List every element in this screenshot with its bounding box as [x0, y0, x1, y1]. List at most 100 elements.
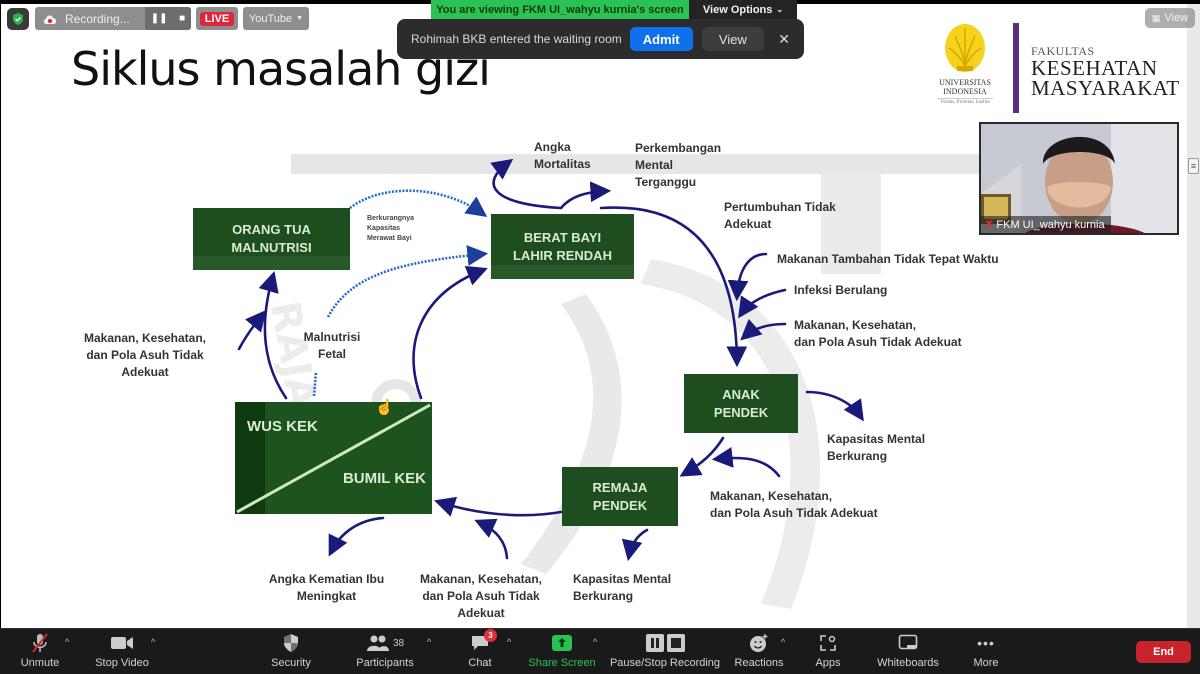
more-button[interactable]: ••• More [970, 631, 1002, 673]
share-screen-button[interactable]: Share Screen [528, 631, 596, 673]
recording-status: Recording... [65, 11, 130, 26]
arrow-makanan-left [237, 310, 267, 351]
arrow-remaja-to-kapasitas [621, 528, 649, 562]
arrow-orangtua-to-bblr-dotted [349, 189, 488, 218]
participants-button[interactable]: 38 Participants [355, 631, 415, 673]
box-wus-bumil-kek: WUS KEK BUMIL KEK [235, 402, 432, 514]
participant-count: 38 [392, 637, 405, 649]
arrow-anak-to-kapasitas [805, 390, 864, 422]
label-makanan-tambahan: Makanan Tambahan Tidak Tepat Waktu [777, 252, 999, 266]
participants-icon: 38 [366, 631, 404, 655]
label-pertumbuhan: Pertumbuhan Tidak Adekuat [724, 200, 836, 231]
grid-icon: ▦ [1151, 12, 1161, 23]
label-berkurangnya-kapasitas: Berkurangnya Kapasitas Merawat Bayi [367, 215, 415, 242]
box-anak-pendek: ANAK PENDEK [684, 374, 798, 433]
chat-bubble-icon: 3 [470, 629, 497, 655]
participants-options-caret[interactable]: ^ [427, 637, 431, 647]
stop-recording-icon[interactable]: ■ [179, 13, 185, 24]
muted-microphone-icon [30, 631, 50, 655]
label-kapasitas-right: Kapasitas Mental Berkurang [827, 432, 926, 463]
whiteboards-button[interactable]: Whiteboards [876, 631, 940, 673]
encryption-shield-button[interactable] [7, 8, 29, 30]
label-makanan-mid: Makanan, Kesehatan, dan Pola Asuh Tidak … [710, 489, 878, 520]
chat-options-caret[interactable]: ^ [507, 637, 511, 647]
view-options-button[interactable]: View Options ⌄ [689, 0, 797, 19]
logo-motto: Veritas, Probitas, Iustitia [937, 98, 993, 105]
label-makanan-left: Makanan, Kesehatan, dan Pola Asuh Tidak … [83, 331, 207, 379]
apps-button[interactable]: Apps [813, 631, 843, 673]
share-options-caret[interactable]: ^ [593, 637, 597, 647]
arrow-makanan-bottom [474, 518, 509, 560]
shared-screen-view: RAJA Siklus masalah gizi UNIVERSITAS IND… [0, 0, 1200, 628]
label-malnutrisi-fetal: Malnutrisi Fetal [303, 330, 361, 361]
bumil-kek-label: BUMIL KEK [342, 470, 426, 487]
label-perkembangan-mental: Perkembangan Mental Terganggu [635, 141, 722, 189]
video-options-caret[interactable]: ^ [151, 637, 155, 647]
box-berat-bayi-lahir-rendah: BERAT BAYI LAHIR RENDAH [491, 214, 634, 279]
reactions-button[interactable]: Reactions [735, 631, 783, 673]
label-angka-kematian-ibu: Angka Kematian Ibu Meningkat [268, 572, 385, 603]
self-video-name-tag: ✖ FKM UI_wahyu kurnia [981, 216, 1111, 233]
more-ellipsis-icon: ••• [977, 635, 995, 651]
arrow-wus-to-kematian [328, 516, 385, 557]
stream-target-dropdown[interactable]: YouTube ▼ [243, 7, 309, 30]
logo-university-name: UNIVERSITAS INDONESIA [939, 78, 991, 96]
watermark-arc [521, 294, 622, 574]
presentation-slide: RAJA Siklus masalah gizi UNIVERSITAS IND… [1, 4, 1187, 628]
apps-icon [819, 631, 837, 655]
arrow-infeksi [738, 288, 787, 319]
stop-video-button[interactable]: Stop Video [94, 631, 150, 673]
security-shield-icon [282, 631, 300, 655]
security-button[interactable]: Security [268, 631, 314, 673]
arrow-bblr-to-mental [559, 181, 612, 210]
arrow-fetal-to-bblr-dotted [326, 245, 489, 318]
waiting-room-notification: Rohimah BKB entered the waiting room Adm… [397, 19, 804, 59]
label-kapasitas-bottom: Kapasitas Mental Berkurang [573, 572, 672, 603]
gallery-view-button[interactable]: ▦ View [1145, 8, 1195, 28]
audio-options-caret[interactable]: ^ [65, 637, 69, 647]
panel-resize-handle[interactable]: ≡ [1188, 158, 1199, 174]
label-infeksi-berulang: Infeksi Berulang [794, 283, 888, 297]
arrow-makanan-remaja [711, 447, 781, 478]
box-orang-tua-malnutrisi: ORANG TUA MALNUTRISI [193, 208, 350, 270]
self-video-thumbnail[interactable]: ✖ FKM UI_wahyu kurnia [979, 122, 1179, 235]
arrow-makanan-anak [740, 318, 787, 341]
unmute-button[interactable]: Unmute [18, 631, 62, 673]
muted-mic-icon: ✖ [985, 219, 994, 230]
wus-kek-label: WUS KEK [247, 418, 318, 435]
live-stream-button[interactable]: LIVE [196, 7, 238, 30]
shield-check-icon [13, 13, 23, 25]
chat-unread-badge: 3 [484, 629, 497, 642]
logo-faculty-line2: MASYARAKAT [1031, 76, 1180, 100]
caret-down-icon: ▼ [296, 15, 304, 22]
label-makanan-right: Makanan, Kesehatan, dan Pola Asuh Tidak … [794, 318, 962, 349]
arrow-makanan-tambahan [727, 252, 768, 302]
chat-button[interactable]: 3 Chat [465, 629, 497, 673]
share-screen-icon [551, 631, 573, 655]
view-waiting-room-button[interactable]: View [701, 27, 765, 51]
recording-controls: ❚❚ ■ [145, 7, 191, 30]
arrow-wus-to-bblr [412, 265, 488, 400]
fkm-ui-logo: UNIVERSITAS INDONESIA Veritas, Probitas,… [937, 20, 1180, 116]
waiting-room-message: Rohimah BKB entered the waiting room [411, 32, 622, 46]
logo-divider [1013, 23, 1019, 113]
viewing-screen-banner: You are viewing FKM UI_wahyu kurnia's sc… [431, 0, 689, 19]
pause-stop-icons [645, 631, 685, 655]
recording-indicator: Recording... ❚❚ ■ [35, 7, 191, 30]
pause-recording-icon[interactable]: ❚❚ [151, 13, 168, 24]
admit-button[interactable]: Admit [629, 27, 693, 51]
reactions-options-caret[interactable]: ^ [781, 637, 785, 647]
label-angka-mortalitas: Angka Mortalitas [534, 140, 591, 171]
end-meeting-button[interactable]: End [1136, 641, 1191, 663]
arrow-wus-to-orangtua [258, 271, 288, 400]
pause-stop-recording-button[interactable]: Pause/Stop Recording [610, 631, 720, 673]
watermark-arc-2 [641, 259, 821, 609]
label-makanan-bottom: Makanan, Kesehatan, dan Pola Asuh Tidak … [419, 572, 543, 620]
arrow-remaja-to-wus [434, 496, 563, 517]
right-panel-edge [1187, 4, 1200, 628]
cloud-recording-icon [35, 13, 65, 25]
chevron-down-icon: ⌄ [776, 5, 784, 14]
whiteboard-icon [898, 631, 918, 655]
pause-icon [645, 634, 664, 652]
close-icon[interactable]: ✕ [778, 31, 790, 48]
